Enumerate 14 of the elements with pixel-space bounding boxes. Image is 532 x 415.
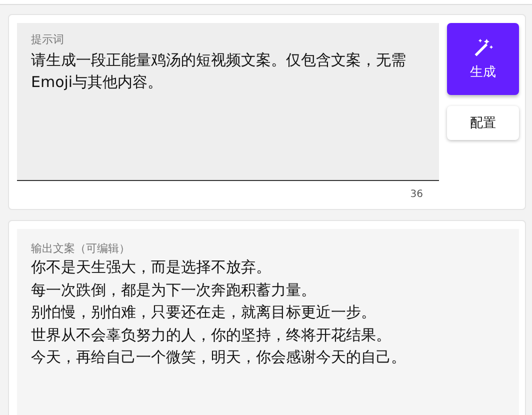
field-label: 提示词 (31, 33, 65, 47)
output-line: 别怕慢，别怕难，只要还在走，就离目标更近一步。 (31, 302, 377, 323)
prompt-field[interactable]: 提示词 请生成一段正能量鸡汤的短视频文案。仅包含文案，无需Emoji与其他内容。 (17, 23, 439, 181)
config-button[interactable]: 配置 (447, 106, 519, 140)
output-line: 今天，再给自己一个微笑，明天，你会感谢今天的自己。 (31, 347, 407, 368)
prompt-text: 请生成一段正能量鸡汤的短视频文案。仅包含文案，无需Emoji与其他内容。 (31, 50, 407, 93)
field-label: 输出文案（可编辑） (31, 242, 130, 255)
output-line: 你不是天生强大，而是选择不放弃。 (31, 257, 272, 278)
magic-wand-icon (472, 37, 494, 59)
output-line: 世界从不会辜负努力的人，你的坚持，终将开花结果。 (31, 324, 392, 346)
output-field[interactable]: 输出文案（可编辑） 你不是天生强大，而是选择不放弃。 每一次跌倒，都是为下一次奔跑积蓄力量。 别怕慢，别怕难，只要还在走，就离目标更近一步。 世界从不会辜负努力的人，你的坚持，终将开花结果。 今天，再给自己一个微笑，明天，你会感谢今天的自己。 (17, 229, 519, 415)
output-line: 每一次跌倒，都是为下一次奔跑积蓄力量。 (31, 280, 317, 300)
character-count: 36 (409, 188, 424, 200)
generate-button[interactable]: 生成 (447, 23, 519, 95)
